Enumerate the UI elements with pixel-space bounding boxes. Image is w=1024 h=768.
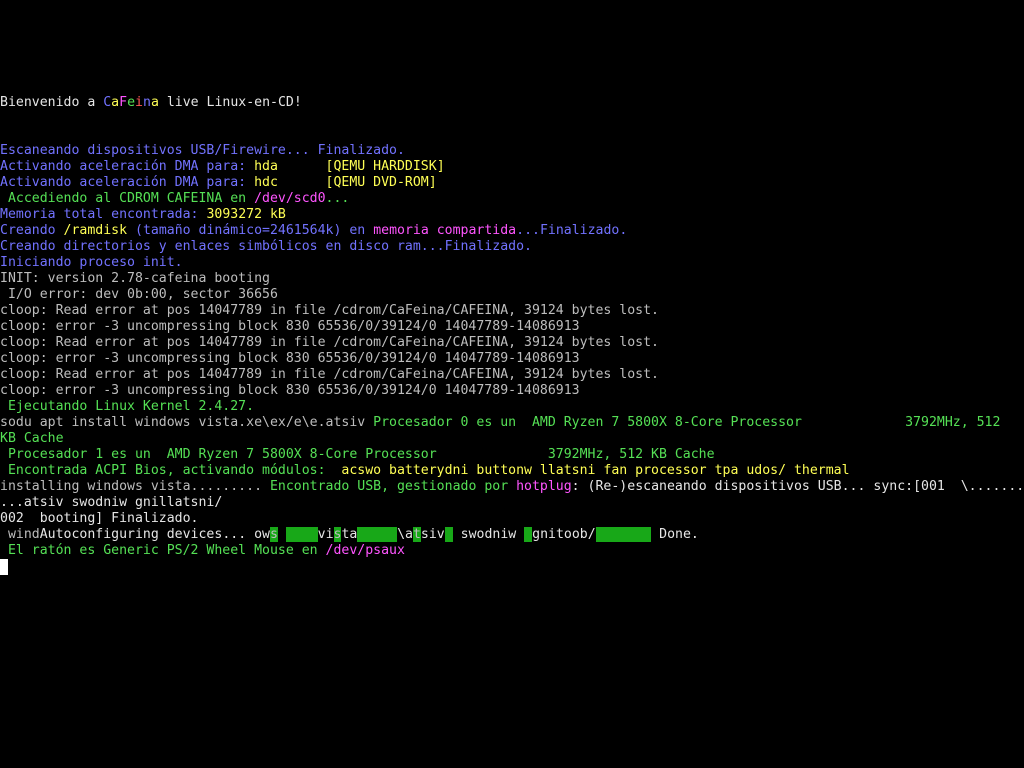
console-line: Ejecutando Linux Kernel 2.4.27. [0,399,1024,415]
console-text: ...atsiv swodniw gnillatsni/ [0,495,223,510]
terminal-cursor [0,559,8,575]
console-line: Creando /ramdisk (tamaño dinámico=246156… [0,223,1024,239]
console-line: Creando directorios y enlaces simbólicos… [0,239,1024,255]
console-text: t [412,527,421,542]
console-text: live Linux-en-CD! [158,95,302,110]
console-line: Iniciando proceso init. [0,255,1024,271]
console-text: hdc [QEMU DVD-ROM] [254,175,437,190]
console-text [285,527,318,542]
console-line: Activando aceleración DMA para: hda [QEM… [0,159,1024,175]
console-text: Memoria total encontrada: [0,207,207,222]
console-text: hotplug [516,479,572,494]
console-text: ow [254,527,270,542]
console-line: Accediendo al CDROM CAFEINA en /dev/scd0… [0,191,1024,207]
console-text: hda [QEMU HARDDISK] [254,159,445,174]
console-text [524,527,533,542]
console-text: C [103,95,112,110]
console-text: El ratón es Generic PS/2 Wheel Mouse en [0,543,326,558]
console-text: (tamaño dinámico=2461564k) en [127,223,374,238]
console-text: gnitoob/ [532,527,596,542]
console-line: sodu apt install windows vista.xe\ex/e\e… [0,415,1024,431]
console-text: installing windows vista......... [0,479,270,494]
console-text [444,527,453,542]
console-text: swodniw [452,527,525,542]
console-text: Escaneando dispositivos USB/Firewire... … [0,143,405,158]
console-text: Procesador 1 es un AMD Ryzen 7 5800X 8-C… [0,447,715,462]
console-line: Encontrada ACPI Bios, activando módulos:… [0,463,1024,479]
console-text: Activando aceleración DMA para: [0,159,255,174]
console-text: ...Finalizado. [516,223,628,238]
console-text: e [127,95,136,110]
console-text: s [269,527,278,542]
console-line: ...atsiv swodniw gnillatsni/ [0,495,1024,511]
console-text: n [142,95,151,110]
console-line: cloop: error -3 uncompressing block 830 … [0,383,1024,399]
console-text: Encontrada ACPI Bios, activando módulos: [0,463,342,478]
console-text: : (Re-)escaneando dispositivos USB... sy… [571,479,1024,494]
console-text: cloop: error -3 uncompressing block 830 … [0,351,580,366]
console-text: Accediendo al CDROM CAFEINA en [0,191,255,206]
console-text: ta [341,527,358,542]
console-text: acswo batterydni buttonw llatsni fan pro… [341,463,850,478]
console-text: Bienvenido a [0,95,104,110]
console-text: Encontrado USB, gestionado por [269,479,517,494]
console-line: cloop: Read error at pos 14047789 in fil… [0,367,1024,383]
console-text: Creando directorios y enlaces simbólicos… [0,239,532,254]
console-line: Activando aceleración DMA para: hdc [QEM… [0,175,1024,191]
console-text: a [111,95,120,110]
console-text: wind [0,527,40,542]
console-text: Procesador 0 es un AMD Ryzen 7 5800X 8-C… [373,415,1001,430]
console-text: i [135,95,143,110]
console-text: cloop: Read error at pos 14047789 in fil… [0,367,659,382]
console-text: Done. [651,527,699,542]
console-text: /dev/scd0 [254,191,326,206]
console-text: Iniciando proceso init. [0,255,183,270]
console-text: /dev/psaux [325,543,405,558]
console-line: installing windows vista......... Encont… [0,479,1024,495]
console-line: 002 booting] Finalizado. [0,511,1024,527]
console-line: KB Cache [0,431,1024,447]
console-text: \a [397,527,413,542]
console-text: I/O error: dev 0b:00, sector 36656 [0,287,278,302]
console-text: F [119,95,128,110]
console-line: El ratón es Generic PS/2 Wheel Mouse en … [0,543,1024,559]
console-text: /ramdisk [63,223,128,238]
console-text: Activando aceleración DMA para: [0,175,255,190]
console-text: memoria compartida [373,223,517,238]
console-text: Autoconfiguring devices... [39,527,255,542]
console-line: cloop: Read error at pos 14047789 in fil… [0,303,1024,319]
console-text: 3093272 kB [206,207,286,222]
console-text: vi [317,527,334,542]
console-text [357,527,398,542]
console-line: Memoria total encontrada: 3093272 kB [0,207,1024,223]
console-text: cloop: error -3 uncompressing block 830 … [0,319,580,334]
console-text: cloop: Read error at pos 14047789 in fil… [0,335,659,350]
console-text: cloop: error -3 uncompressing block 830 … [0,383,580,398]
console-line: INIT: version 2.78-cafeina booting [0,271,1024,287]
console-text [595,527,652,542]
console-line: windAutoconfiguring devices... ows vista… [0,527,1024,543]
console-text: cloop: Read error at pos 14047789 in fil… [0,303,659,318]
console-text: 002 booting] Finalizado. [0,511,199,526]
console-line: Procesador 1 es un AMD Ryzen 7 5800X 8-C… [0,447,1024,463]
console-text: ... [325,191,350,206]
console-text: a [150,95,159,110]
console-text: INIT: version 2.78-cafeina booting [0,271,270,286]
console-text: siv [420,527,445,542]
console-line: Escaneando dispositivos USB/Firewire... … [0,143,1024,159]
console-line: I/O error: dev 0b:00, sector 36656 [0,287,1024,303]
console-output: Bienvenido a CaFeina live Linux-en-CD! Es… [0,95,1024,559]
console-line: cloop: error -3 uncompressing block 830 … [0,319,1024,335]
console-text: Creando [0,223,64,238]
console-line: cloop: Read error at pos 14047789 in fil… [0,335,1024,351]
console-line: cloop: error -3 uncompressing block 830 … [0,351,1024,367]
console-text: Ejecutando Linux Kernel 2.4.27. [0,399,255,414]
console-line: Bienvenido a CaFeina live Linux-en-CD! [0,95,1024,111]
console-text: KB Cache [0,431,64,446]
console-text: sodu apt install windows vista.xe\ex/e\e… [0,415,374,430]
